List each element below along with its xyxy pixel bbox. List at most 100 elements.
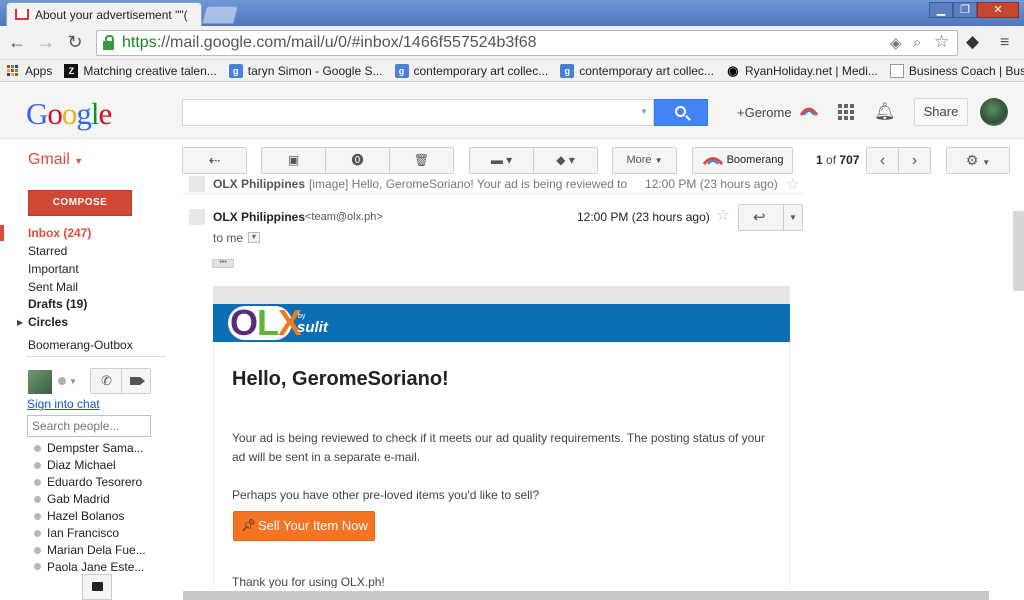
chat-toggle-button[interactable] — [82, 574, 112, 600]
google-plus-user-link[interactable]: +Gerome — [737, 105, 792, 120]
chat-avatar[interactable] — [28, 370, 52, 394]
message-time: 12:00 PM (23 hours ago) — [577, 210, 710, 224]
reload-icon[interactable]: ↻ — [64, 31, 86, 53]
extension-diamond-icon[interactable]: ◈ — [890, 34, 902, 52]
star-icon[interactable]: ☆ — [716, 206, 729, 224]
search-button[interactable] — [654, 99, 708, 126]
more-actions-button[interactable]: ▼ — [783, 204, 803, 231]
chat-contact[interactable]: Hazel Bolanos — [34, 509, 124, 523]
maximize-button[interactable]: ❐ — [953, 2, 977, 18]
archive-button[interactable]: ▣ — [261, 147, 326, 174]
phone-call-button[interactable]: ✆ — [90, 368, 122, 394]
nav-item-important[interactable]: Important — [28, 262, 79, 276]
nav-item-inbox[interactable]: Inbox (247) — [28, 226, 91, 240]
forward-arrow-icon[interactable]: → — [35, 31, 57, 53]
layers-extension-icon[interactable]: ◆ — [966, 32, 979, 52]
chat-contact[interactable]: Diaz Michael — [34, 458, 116, 472]
report-spam-button[interactable]: ⓿ — [325, 147, 390, 174]
email-paragraph: Perhaps you have other pre-loved items y… — [232, 488, 540, 502]
chat-contact[interactable]: Eduardo Tesorero — [34, 475, 142, 489]
trash-icon: 🗑︎ — [413, 153, 430, 167]
boomerang-logo-icon[interactable] — [799, 103, 819, 117]
show-details-caret-icon[interactable]: ▼ — [248, 232, 260, 243]
close-window-button[interactable]: ✕ — [977, 2, 1019, 18]
delete-button[interactable]: 🗑︎ — [389, 147, 454, 174]
minimize-button[interactable]: ▁ — [929, 2, 953, 18]
back-to-inbox-button[interactable]: ⇠ — [182, 147, 247, 174]
compose-button[interactable]: COMPOSE — [28, 190, 132, 216]
search-options-caret-icon[interactable]: ▼ — [640, 107, 648, 116]
newer-button[interactable]: ‹ — [866, 147, 899, 174]
move-to-button[interactable]: ▬ ▾ — [469, 147, 534, 174]
presence-dot — [34, 461, 41, 469]
notifications-bell-icon[interactable]: 🔔︎ — [874, 102, 896, 122]
nav-item-sent-mail[interactable]: Sent Mail — [28, 280, 78, 294]
expand-triangle-icon[interactable]: ▶ — [17, 318, 23, 327]
apps-grid-icon[interactable] — [838, 104, 854, 120]
bookmark-item[interactable]: g taryn Simon - Google S... — [228, 63, 383, 78]
account-avatar[interactable] — [980, 98, 1008, 126]
nav-item-boomerang-outbox[interactable]: Boomerang-Outbox — [28, 338, 133, 352]
chat-contact[interactable]: Marian Dela Fue... — [34, 543, 146, 557]
bookmark-item[interactable]: g contemporary art collec... — [560, 63, 714, 78]
lock-icon — [103, 35, 114, 50]
more-button[interactable]: More ▼ — [612, 147, 677, 174]
boomerang-logo-icon — [702, 157, 723, 166]
vertical-scrollbar[interactable] — [1013, 211, 1024, 291]
apps-grid-icon — [6, 64, 20, 78]
horizontal-scrollbar[interactable] — [183, 591, 989, 600]
bookmark-item[interactable]: Business Coach | Busin... — [889, 63, 1024, 78]
chevron-right-icon: › — [911, 152, 918, 169]
nav-item-starred[interactable]: Starred — [28, 244, 67, 258]
star-icon[interactable]: ☆ — [786, 176, 799, 193]
presence-dot — [34, 512, 41, 520]
new-tab-button[interactable] — [201, 6, 239, 24]
nav-item-drafts[interactable]: Drafts (19) — [28, 297, 87, 311]
chevron-left-icon: ‹ — [879, 152, 886, 169]
phone-icon: ✆ — [101, 373, 112, 388]
bookmark-item[interactable]: Z Matching creative talen... — [64, 63, 217, 78]
gmail-menu[interactable]: Gmail ▼ — [28, 151, 83, 169]
nav-item-circles[interactable]: Circles — [28, 315, 68, 329]
url-scheme: https — [122, 34, 157, 51]
chat-contact[interactable]: Dempster Sama... — [34, 441, 144, 455]
boomerang-button[interactable]: Boomerang — [692, 147, 793, 174]
message-count: 1 of 707 — [816, 153, 860, 167]
bookmarks-bar: Apps Z Matching creative talen... g taryn … — [0, 60, 1024, 82]
presence-dot — [34, 529, 41, 537]
collapsed-message[interactable]: OLX Philippines [image] Hello, GeromeSor… — [183, 176, 803, 194]
reply-button[interactable]: ↩ — [738, 204, 784, 231]
address-bar[interactable]: https://mail.google.com/mail/u/0/#inbox/… — [96, 30, 958, 56]
chat-contact[interactable]: Paola Jane Este... — [34, 560, 144, 571]
labels-button[interactable]: ◆ ▾ — [533, 147, 598, 174]
zoom-icon[interactable]: ⌕ — [913, 34, 921, 51]
sign-into-chat-link[interactable]: Sign into chat — [27, 397, 100, 411]
back-arrow-icon[interactable]: ← — [6, 31, 28, 53]
show-trimmed-content-button[interactable]: ••• — [212, 259, 234, 268]
bookmark-star-icon[interactable]: ☆ — [934, 32, 949, 52]
bookmark-apps[interactable]: Apps — [6, 64, 52, 78]
nav-divider — [26, 356, 166, 357]
settings-button[interactable]: ⚙ ▼ — [946, 147, 1010, 174]
chat-contact[interactable]: Ian Francisco — [34, 526, 119, 540]
search-people-input[interactable] — [27, 415, 151, 437]
archive-icon: ▣ — [287, 153, 300, 167]
olx-logo[interactable]: OLX — [230, 303, 302, 343]
video-call-button[interactable] — [121, 368, 151, 394]
eye-icon: ◉ — [727, 62, 739, 78]
bookmark-item[interactable]: ◉ RyanHoliday.net | Medi... — [726, 62, 878, 78]
sender-name[interactable]: OLX Philippines — [213, 210, 305, 224]
presence-dot — [34, 563, 41, 570]
chat-status-dot[interactable] — [58, 377, 66, 385]
chat-contact[interactable]: Gab Madrid — [34, 492, 110, 506]
browser-tab[interactable]: About your advertisement ""( — [6, 2, 202, 26]
menu-icon[interactable]: ≡ — [1000, 34, 1009, 52]
google-logo[interactable]: Google — [26, 96, 112, 132]
sender-email: <team@olx.ph> — [305, 211, 383, 223]
page-icon — [889, 63, 904, 78]
caret-down-icon[interactable]: ▼ — [69, 377, 77, 386]
share-button[interactable]: Share — [914, 98, 968, 126]
older-button[interactable]: › — [898, 147, 931, 174]
bookmark-item[interactable]: g contemporary art collec... — [394, 63, 548, 78]
mail-search-input[interactable] — [182, 99, 654, 126]
